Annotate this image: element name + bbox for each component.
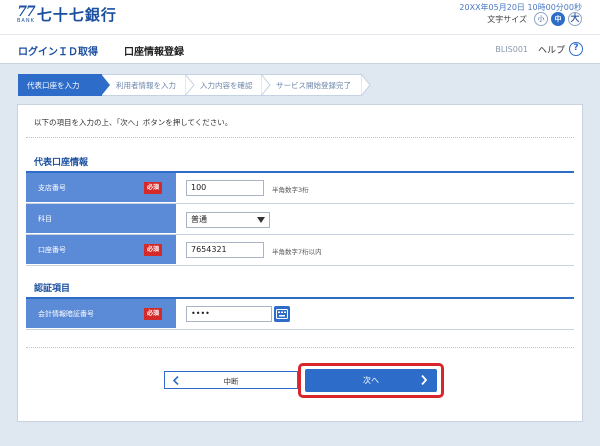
bank-logo[interactable]: 77 BANK 七十七銀行	[17, 5, 117, 24]
login-id-link[interactable]: ログインＩＤ取得	[18, 43, 98, 58]
bank-name: 七十七銀行	[36, 6, 117, 24]
branch-number-label-cell: 支店番号 必須	[26, 173, 176, 203]
branch-number-row: 支店番号 必須 100 半角数字3桁	[26, 173, 574, 204]
branch-number-hint: 半角数字3桁	[272, 186, 309, 194]
font-size-switcher: 文字サイズ 小 中 大	[487, 12, 582, 26]
subject-row: 科目 普通	[26, 204, 574, 235]
account-number-input[interactable]: 7654321	[186, 242, 264, 258]
subject-label: 科目	[38, 215, 52, 223]
account-number-hint: 半角数字7桁以内	[272, 248, 322, 256]
step-3: 入力内容を確認	[186, 74, 271, 96]
progress-steps: 代表口座を入力 利用者情報を入力 入力内容を確認 サービス開始登録完了	[18, 74, 371, 96]
step-4: サービス開始登録完了	[262, 74, 371, 96]
cancel-button[interactable]: 中断	[164, 371, 298, 389]
pin-row: 会計情報暗証番号 必須 ••••	[26, 299, 574, 330]
required-badge: 必須	[144, 182, 162, 194]
software-keyboard-button[interactable]	[274, 306, 290, 322]
subject-label-cell: 科目	[26, 204, 176, 234]
step-label: 入力内容を確認	[200, 81, 253, 90]
required-badge: 必須	[144, 244, 162, 256]
title-bar: ログインＩＤ取得 口座情報登録 BLIS001 ヘルプ ?	[0, 34, 600, 64]
step-1: 代表口座を入力	[18, 74, 110, 96]
step-2: 利用者情報を入力	[102, 74, 195, 96]
pin-label-cell: 会計情報暗証番号 必須	[26, 299, 176, 329]
step-arrow-icon	[361, 74, 371, 96]
form-panel: 以下の項目を入力の上、「次へ」ボタンを押してください。 代表口座情報 支店番号 …	[17, 104, 583, 422]
help-button[interactable]: ヘルプ ?	[538, 42, 583, 56]
step-label: サービス開始登録完了	[276, 81, 351, 90]
subject-select[interactable]: 普通	[186, 212, 270, 228]
step-label: 代表口座を入力	[27, 81, 80, 90]
branch-number-input[interactable]: 100	[186, 180, 264, 196]
subject-selected-value: 普通	[191, 215, 207, 224]
chevron-right-icon	[421, 375, 427, 385]
divider	[26, 137, 574, 138]
logo-bank-text: BANK	[17, 18, 35, 24]
branch-number-label: 支店番号	[38, 184, 66, 192]
font-size-label: 文字サイズ	[487, 14, 527, 24]
font-size-large-button[interactable]: 大	[568, 12, 582, 26]
pin-input[interactable]: ••••	[186, 306, 272, 322]
font-size-small-button[interactable]: 小	[534, 12, 548, 26]
account-number-label: 口座番号	[38, 246, 66, 254]
next-button-label: 次へ	[363, 376, 379, 385]
font-size-medium-button[interactable]: 中	[551, 12, 565, 26]
step-label: 利用者情報を入力	[116, 81, 176, 90]
instruction-text: 以下の項目を入力の上、「次へ」ボタンを押してください。	[34, 118, 233, 127]
divider	[26, 347, 574, 348]
top-header: 77 BANK 七十七銀行 20XX年05月20日 10時00分00秒 文字サイ…	[0, 0, 600, 34]
step-arrow-icon	[101, 74, 110, 96]
help-icon: ?	[569, 42, 583, 56]
keyboard-icon	[276, 309, 288, 319]
account-section-title: 代表口座情報	[34, 158, 89, 168]
help-label: ヘルプ	[537, 45, 565, 56]
step-arrow-icon	[261, 74, 271, 96]
screen-id: BLIS001	[495, 45, 528, 54]
cancel-button-label: 中断	[223, 377, 239, 386]
account-number-label-cell: 口座番号 必須	[26, 235, 176, 265]
logo-mark: 77 BANK	[17, 5, 36, 24]
page-title: 口座情報登録	[124, 47, 184, 58]
required-badge: 必須	[144, 308, 162, 320]
next-button[interactable]: 次へ	[305, 369, 437, 392]
chevron-down-icon	[257, 217, 265, 223]
pin-label: 会計情報暗証番号	[38, 310, 94, 318]
auth-section-title: 認証項目	[34, 284, 71, 294]
account-number-row: 口座番号 必須 7654321 半角数字7桁以内	[26, 235, 574, 266]
step-arrow-icon	[185, 74, 195, 96]
